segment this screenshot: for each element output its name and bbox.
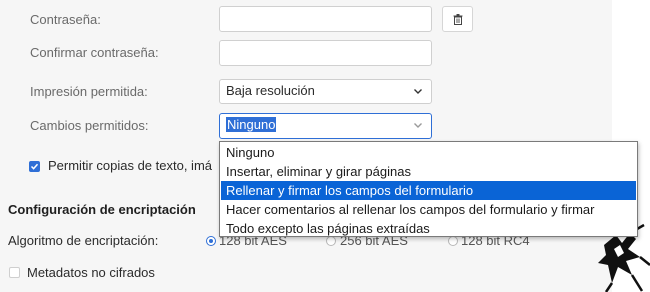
check-icon [30, 163, 39, 170]
trash-icon [453, 14, 463, 25]
changes-permission-label: Cambios permitidos: [30, 118, 149, 133]
metadata-checkbox[interactable] [9, 267, 20, 278]
copy-text-label: Permitir copias de texto, imá [48, 158, 213, 173]
copy-text-checkbox[interactable] [29, 161, 40, 172]
clear-password-button[interactable] [442, 6, 473, 32]
metadata-label: Metadatos no cifrados [27, 265, 155, 280]
changes-permission-value: Ninguno [226, 117, 277, 132]
dropdown-option-insertar[interactable]: Insertar, eliminar y girar páginas [221, 162, 636, 181]
print-permission-value: Baja resolución [226, 83, 315, 98]
confirm-password-field[interactable] [219, 40, 432, 66]
dropdown-option-rellenar[interactable]: Rellenar y firmar los campos del formula… [221, 181, 636, 200]
chevron-down-icon [414, 123, 422, 128]
radio-128-aes[interactable] [206, 236, 216, 246]
dropdown-option-ninguno[interactable]: Ninguno [221, 143, 636, 162]
changes-permission-select[interactable]: Ninguno [219, 113, 432, 139]
dropdown-option-todo-excepto[interactable]: Todo excepto las páginas extraídas [221, 219, 636, 238]
password-label: Contraseña: [30, 12, 101, 27]
encryption-section-title: Configuración de encriptación [8, 202, 196, 217]
print-permission-label: Impresión permitida: [30, 84, 148, 99]
password-field[interactable] [219, 6, 432, 32]
print-permission-select[interactable]: Baja resolución [219, 79, 432, 104]
chevron-down-icon [414, 89, 422, 94]
algorithm-label: Algoritmo de encriptación: [8, 233, 159, 248]
confirm-password-label: Confirmar contraseña: [30, 45, 159, 60]
changes-permission-dropdown-list[interactable]: Ninguno Insertar, eliminar y girar págin… [219, 141, 638, 237]
dropdown-option-comentarios[interactable]: Hacer comentarios al rellenar los campos… [221, 200, 636, 219]
